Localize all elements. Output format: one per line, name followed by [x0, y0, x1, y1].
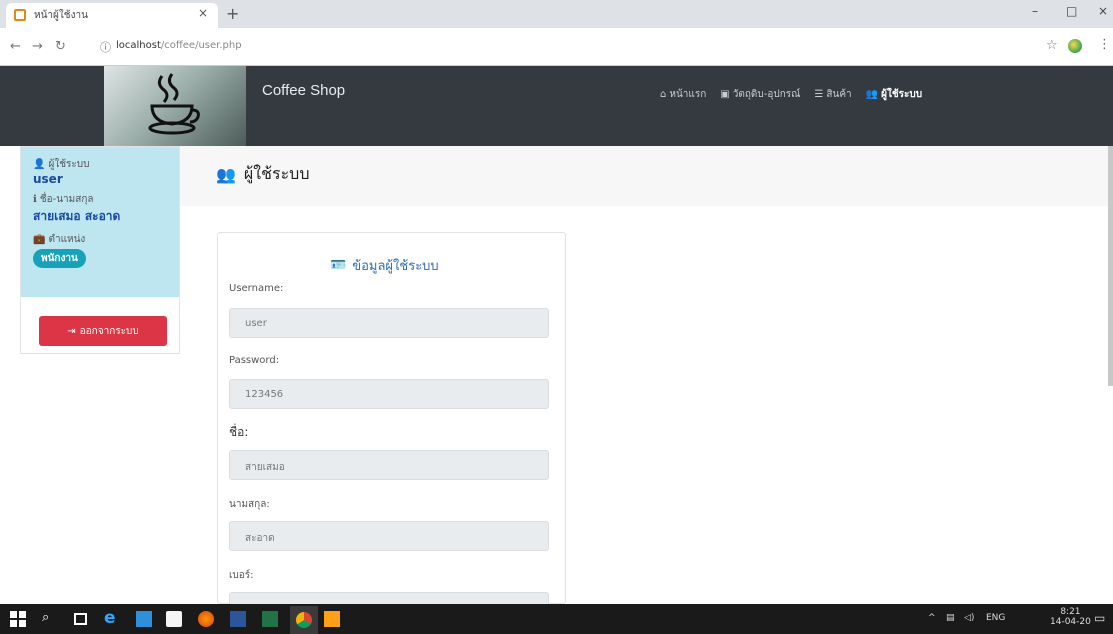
site-info-icon[interactable]: ⓘ — [100, 39, 111, 55]
url-path: /coffee/user.php — [160, 40, 242, 51]
extension-icon[interactable] — [1068, 39, 1082, 53]
browser-tab-bar: หน้าผู้ใช้งาน × + – □ × — [0, 0, 1113, 28]
new-tab-button[interactable]: + — [226, 4, 239, 23]
bookmark-star-icon[interactable]: ☆ — [1046, 38, 1058, 53]
tab-close-icon[interactable]: × — [198, 6, 208, 20]
reload-icon[interactable]: ↻ — [55, 39, 66, 54]
windows-start-icon[interactable] — [10, 611, 26, 627]
nav-users-label: ผู้ใช้ระบบ — [881, 89, 923, 100]
notification-icon[interactable]: ▭ — [1094, 611, 1105, 625]
position-badge: พนักงาน — [33, 249, 86, 268]
nav-materials[interactable]: ▣ วัตถุดิบ-อุปกรณ์ — [720, 87, 800, 102]
language-indicator[interactable]: ENG — [986, 613, 1005, 623]
word-icon[interactable] — [230, 611, 246, 627]
windows-taskbar: ⌕ e ^ ▤ ◁) ENG 8:21 14-04-20 ▭ — [0, 604, 1113, 634]
nav-home-label: หน้าแรก — [669, 89, 707, 100]
id-card-icon: 🪪 — [330, 258, 347, 273]
users-title-icon: 👥 — [216, 165, 236, 184]
page-header: 👥 ผู้ใช้ระบบ — [180, 146, 1113, 206]
firstname-field[interactable]: สายเสมอ — [229, 450, 549, 480]
logout-label: ออกจากระบบ — [79, 325, 139, 337]
tablet-app-icon[interactable] — [136, 611, 152, 627]
tray-chevron-icon[interactable]: ^ — [928, 613, 936, 623]
user-sidebar: 👤 ผู้ใช้ระบบ user ℹ ชื่อ-นามสกุล สายเสมอ… — [20, 146, 180, 354]
edge-icon[interactable]: e — [104, 608, 120, 628]
home-icon: ⌂ — [660, 89, 667, 100]
logout-button[interactable]: ⇥ ออกจากระบบ — [39, 316, 167, 346]
forward-arrow-icon[interactable]: → — [32, 39, 43, 54]
name-value: สายเสมอ สะอาด — [33, 209, 121, 223]
main-nav: ⌂ หน้าแรก ▣ วัตถุดิบ-อุปกรณ์ ☰ สินค้า 👥 … — [660, 87, 922, 102]
browser-tab[interactable]: หน้าผู้ใช้งาน × — [6, 3, 218, 28]
url-input[interactable]: ⓘ localhost/coffee/user.php — [100, 36, 1080, 58]
nav-products-label: สินค้า — [826, 89, 852, 100]
nav-products[interactable]: ☰ สินค้า — [814, 87, 851, 102]
list-icon: ☰ — [814, 89, 824, 100]
window-maximize-button[interactable]: □ — [1066, 4, 1077, 18]
nav-users[interactable]: 👥 ผู้ใช้ระบบ — [866, 87, 922, 102]
lastname-field[interactable]: สะอาด — [229, 521, 549, 551]
brand-name[interactable]: Coffee Shop — [262, 82, 345, 99]
network-icon[interactable]: ▤ — [946, 613, 955, 623]
user-value: user — [33, 172, 63, 186]
name-label: ชื่อ-นามสกุล — [39, 194, 94, 205]
browser-address-bar: ← → ↻ ⓘ localhost/coffee/user.php ☆ ⋮ — [0, 28, 1113, 66]
search-icon[interactable]: ⌕ — [42, 610, 58, 626]
volume-icon[interactable]: ◁) — [964, 613, 974, 623]
page-title: ผู้ใช้ระบบ — [243, 164, 310, 183]
user-info-card: 🪪 ข้อมูลผู้ใช้ระบบ Username: user Passwo… — [217, 232, 566, 606]
clock-date: 14-04-20 — [1050, 617, 1091, 627]
username-label: Username: — [229, 283, 284, 294]
window-minimize-button[interactable]: – — [1032, 4, 1038, 18]
page-scrollbar[interactable] — [1108, 146, 1113, 386]
firstname-label: ชื่อ: — [229, 425, 249, 439]
username-field[interactable]: user — [229, 308, 549, 338]
folder-icon[interactable] — [324, 611, 340, 627]
password-field[interactable]: 123456 — [229, 379, 549, 409]
card-title: ข้อมูลผู้ใช้ระบบ — [352, 259, 439, 274]
nav-home[interactable]: ⌂ หน้าแรก — [660, 87, 706, 102]
excel-icon[interactable] — [262, 611, 278, 627]
browser-menu-icon[interactable]: ⋮ — [1098, 37, 1111, 52]
task-view-icon[interactable] — [74, 613, 87, 625]
password-label: Password: — [229, 355, 280, 366]
lastname-label: นามสกุล: — [229, 499, 270, 510]
box-icon: ▣ — [720, 89, 730, 100]
chrome-icon — [296, 612, 312, 628]
window-close-button[interactable]: × — [1098, 4, 1108, 18]
coffee-cup-icon — [148, 73, 200, 135]
user-label: ผู้ใช้ระบบ — [48, 159, 90, 170]
info-circle-icon: ℹ — [33, 194, 37, 205]
position-label: ตำแหน่ง — [48, 234, 86, 245]
site-navbar: Coffee Shop ⌂ หน้าแรก ▣ วัตถุดิบ-อุปกรณ์… — [0, 66, 1113, 146]
store-icon[interactable] — [166, 611, 182, 627]
user-icon: 👤 — [33, 159, 46, 170]
page-favicon-icon — [14, 9, 26, 21]
chrome-taskbar-active[interactable] — [290, 606, 318, 634]
users-icon: 👥 — [865, 89, 879, 100]
back-arrow-icon[interactable]: ← — [10, 39, 21, 54]
firefox-icon[interactable] — [198, 611, 214, 627]
url-host: localhost — [116, 40, 161, 51]
user-info-box: 👤 ผู้ใช้ระบบ user ℹ ชื่อ-นามสกุล สายเสมอ… — [21, 147, 179, 297]
briefcase-icon: 💼 — [33, 234, 46, 245]
coffee-logo[interactable] — [104, 66, 246, 146]
tab-title: หน้าผู้ใช้งาน — [34, 10, 88, 21]
clock-time: 8:21 — [1060, 607, 1081, 617]
clock[interactable]: 8:21 14-04-20 — [1050, 607, 1091, 627]
sign-out-icon: ⇥ — [67, 325, 76, 337]
phone-label: เบอร์: — [229, 570, 254, 581]
nav-materials-label: วัตถุดิบ-อุปกรณ์ — [732, 89, 801, 100]
